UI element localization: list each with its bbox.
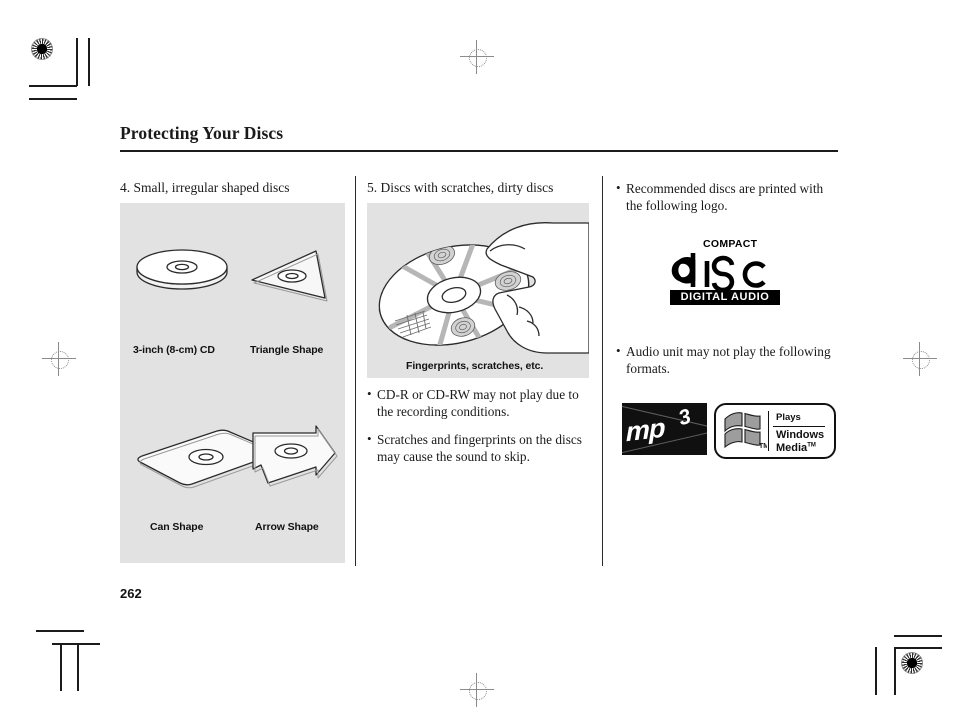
fingerprints-scratches-illustration: [378, 222, 590, 358]
compact-disc-logo-bottom-text: DIGITAL AUDIO: [670, 290, 780, 305]
bullet-text: Audio unit may not play the following fo…: [626, 344, 831, 377]
caption-can-shape: Can Shape: [150, 521, 204, 533]
caption-arrow-shape: Arrow Shape: [255, 521, 319, 533]
title-rule: [120, 150, 838, 152]
irregular-discs-illustration: [136, 249, 338, 489]
bullet-text: CD-R or CD-RW may not play due to the re…: [377, 387, 579, 420]
column-3-bullet-2: • Audio unit may not play the following …: [616, 343, 838, 377]
bullet-item: • Scratches and fingerprints on the disc…: [367, 431, 589, 465]
column-divider-1: [355, 176, 356, 566]
windows-media-line-plays: Plays: [776, 412, 801, 423]
dirty-disc-figure-panel: [367, 203, 590, 378]
registration-target-icon: [31, 38, 53, 60]
crop-mark: [88, 38, 90, 86]
caption-fingerprints-scratches: Fingerprints, scratches, etc.: [406, 360, 544, 372]
windows-flag-icon: TM: [724, 412, 767, 450]
manual-page: Protecting Your Discs 4. Small, irregula…: [0, 0, 954, 710]
bullet-dot-icon: •: [616, 343, 621, 358]
windows-media-line-media: MediaTM: [776, 442, 816, 454]
column-2-bullets: • CD-R or CD-RW may not play due to the …: [367, 386, 589, 465]
crop-mark: [76, 38, 78, 86]
caption-triangle-shape: Triangle Shape: [250, 344, 324, 356]
irregular-discs-figure-panel: [120, 203, 345, 563]
crop-mark: [894, 647, 942, 649]
crop-mark: [36, 630, 84, 632]
column-3-bullet-1: • Recommended discs are printed with the…: [616, 180, 838, 214]
windows-media-rule: [773, 426, 825, 428]
bullet-text: Scratches and fingerprints on the discs …: [377, 432, 582, 465]
bullet-dot-icon: •: [367, 431, 372, 447]
svg-text:TM: TM: [759, 443, 767, 450]
crop-mark: [60, 643, 62, 691]
compact-disc-logo: COMPACT DIGITAL AUDIO: [670, 238, 780, 305]
caption-3inch-cd: 3-inch (8-cm) CD: [133, 344, 215, 356]
column-2-heading: 5. Discs with scratches, dirty discs: [367, 180, 554, 195]
column-1-heading: 4. Small, irregular shaped discs: [120, 180, 290, 195]
compact-disc-logo-wordmark: [671, 253, 766, 293]
windows-media-line-windows: Windows: [776, 429, 825, 441]
crop-mark: [29, 85, 77, 87]
windows-media-word: Media: [776, 442, 808, 454]
bullet-dot-icon: •: [616, 180, 621, 195]
windows-media-badge-divider: [768, 411, 769, 451]
registration-target-icon: [901, 652, 923, 674]
crop-mark: [894, 647, 896, 695]
column-divider-2: [602, 176, 603, 566]
bullet-text: Recommended discs are printed with the f…: [626, 181, 824, 214]
windows-media-trademark: TM: [807, 442, 816, 449]
page-title: Protecting Your Discs: [120, 123, 284, 143]
bullet-item: • Audio unit may not play the following …: [616, 343, 838, 377]
crop-mark: [875, 647, 877, 695]
mp3-logo-superscript: 3: [675, 404, 694, 431]
windows-media-badge: TM Plays Windows MediaTM: [714, 403, 836, 459]
crop-mark: [77, 643, 79, 691]
crop-mark: [29, 98, 77, 100]
bullet-item: • Recommended discs are printed with the…: [616, 180, 838, 214]
mp3-logo: mp 3: [622, 403, 707, 455]
page-number: 262: [120, 586, 142, 601]
crop-mark: [894, 635, 942, 637]
bullet-dot-icon: •: [367, 386, 372, 401]
bullet-item: • CD-R or CD-RW may not play due to the …: [367, 386, 589, 420]
mp3-logo-text: mp: [625, 412, 665, 448]
